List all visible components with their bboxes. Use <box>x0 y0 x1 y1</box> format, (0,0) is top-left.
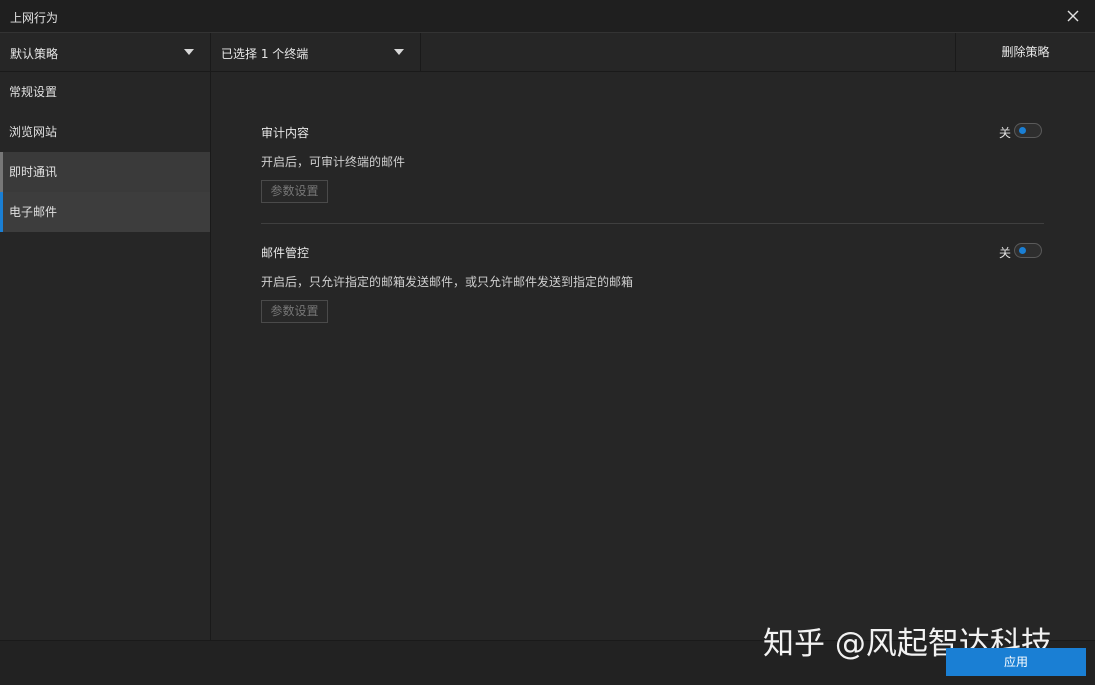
sidebar: 常规设置 浏览网站 即时通讯 电子邮件 <box>0 72 211 640</box>
terminal-select-value: 已选择 1 个终端 <box>221 47 309 61</box>
toggle-knob <box>1019 247 1026 254</box>
audit-toggle[interactable] <box>1014 123 1042 138</box>
section-desc-mail-control: 开启后，只允许指定的邮箱发送邮件，或只允许邮件发送到指定的邮箱 <box>261 275 634 289</box>
audit-param-button[interactable]: 参数设置 <box>261 180 328 203</box>
section-divider <box>261 223 1044 224</box>
terminal-select[interactable]: 已选择 1 个终端 <box>211 33 421 71</box>
close-button[interactable] <box>1063 6 1083 26</box>
sidebar-item-general[interactable]: 常规设置 <box>0 72 210 112</box>
caret-down-icon <box>394 49 404 55</box>
sidebar-item-email[interactable]: 电子邮件 <box>0 192 210 232</box>
toggle-knob <box>1019 127 1026 134</box>
section-title-audit: 审计内容 <box>261 126 310 140</box>
main-content: 审计内容 关 开启后，可审计终端的邮件 参数设置 邮件管控 关 开启后，只允许指… <box>211 72 1095 640</box>
close-icon <box>1067 10 1079 22</box>
window-title: 上网行为 <box>10 11 59 25</box>
mail-control-toggle[interactable] <box>1014 243 1042 258</box>
toggle-state-label: 关 <box>999 246 1012 260</box>
delete-policy-button[interactable]: 删除策略 <box>955 33 1095 71</box>
title-bar: 上网行为 <box>0 0 1095 33</box>
sidebar-item-web[interactable]: 浏览网站 <box>0 112 210 152</box>
section-title-mail-control: 邮件管控 <box>261 246 310 260</box>
policy-select[interactable]: 默认策略 <box>0 33 211 71</box>
sidebar-item-im[interactable]: 即时通讯 <box>0 152 210 192</box>
mail-control-param-button[interactable]: 参数设置 <box>261 300 328 323</box>
toggle-state-label: 关 <box>999 126 1012 140</box>
policy-select-value: 默认策略 <box>10 47 59 61</box>
section-desc-audit: 开启后，可审计终端的邮件 <box>261 155 406 169</box>
apply-button[interactable]: 应用 <box>946 648 1086 676</box>
toolbar: 默认策略 已选择 1 个终端 删除策略 <box>0 33 1095 72</box>
caret-down-icon <box>184 49 194 55</box>
